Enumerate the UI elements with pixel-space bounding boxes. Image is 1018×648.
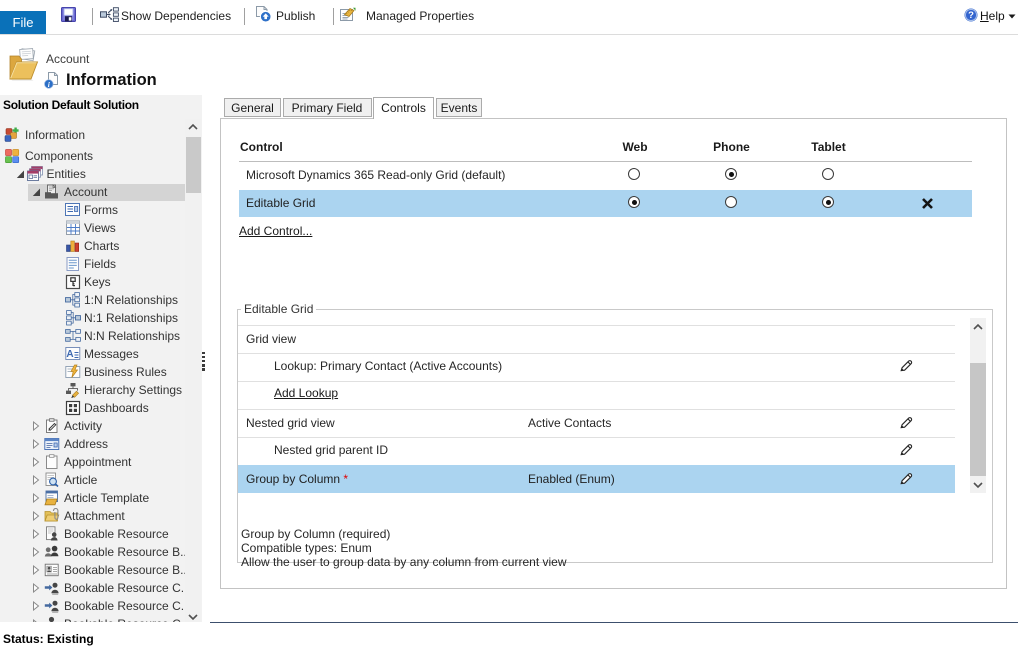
svg-text:?: ?: [968, 10, 974, 21]
svg-text:A: A: [66, 349, 73, 360]
